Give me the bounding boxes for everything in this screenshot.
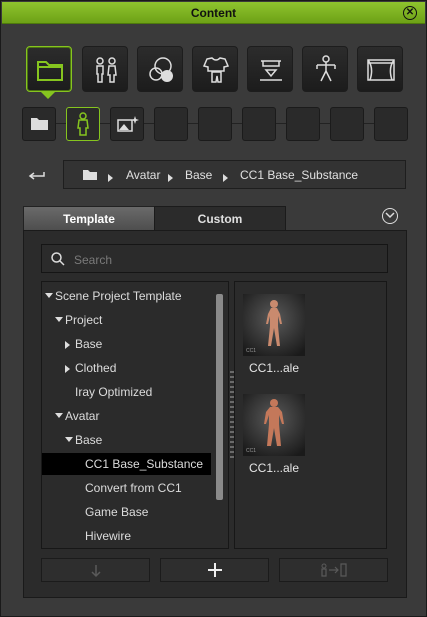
male-avatar-figure <box>243 394 305 456</box>
tree-item-label: Scene Project Template <box>55 289 182 303</box>
empty-slot-button[interactable] <box>286 107 320 141</box>
tree-item-label: Base <box>75 337 103 351</box>
collapse-button[interactable] <box>382 208 398 224</box>
tree-item[interactable]: Hivewire <box>42 525 212 547</box>
breadcrumb-separator-icon <box>108 171 114 185</box>
image-sparkle-icon <box>117 116 139 132</box>
material-tab-button[interactable] <box>137 46 183 92</box>
motion-tab-button[interactable] <box>302 46 348 92</box>
thumbnail-image[interactable]: CC1 <box>243 294 305 356</box>
tree-item[interactable]: Project <box>42 309 212 331</box>
tab-bar: Template Custom <box>23 206 286 231</box>
breadcrumb-item[interactable]: Avatar <box>126 168 160 182</box>
folder-icon <box>83 170 97 180</box>
expand-triangle-icon[interactable] <box>55 317 63 322</box>
female-avatar-figure <box>243 294 305 356</box>
tree-item-label: Avatar <box>65 409 100 423</box>
apply-figure-icon <box>320 563 347 577</box>
tree-item[interactable]: Base <box>42 333 212 355</box>
collapsed-triangle-icon[interactable] <box>65 341 70 349</box>
character-tab-button[interactable] <box>82 46 128 92</box>
stage-scene-icon <box>367 59 395 81</box>
cloth-icon <box>202 57 230 83</box>
search-input[interactable]: Search <box>41 244 388 273</box>
folder-tree: Scene Project Template Project Base Clot… <box>41 281 229 549</box>
back-arrow-icon <box>28 172 45 180</box>
tree-item[interactable]: Avatar <box>42 405 212 427</box>
thumbnail-image[interactable]: CC1 <box>243 394 305 456</box>
accessory-tab-button[interactable] <box>247 46 293 92</box>
thumbnail-badge: CC1 <box>246 448 257 454</box>
search-icon <box>51 252 65 266</box>
tree-item-label: Iray Optimized <box>75 385 153 399</box>
selected-tab-pointer <box>41 92 55 99</box>
tree-item[interactable]: Iray Optimized <box>42 381 212 403</box>
expand-triangle-icon[interactable] <box>65 437 73 442</box>
search-placeholder: Search <box>74 253 113 267</box>
tree-item[interactable]: Game Base <box>42 501 212 523</box>
hat-accessory-icon <box>260 60 282 81</box>
motion-pose-icon <box>316 55 336 82</box>
breadcrumb-item[interactable]: CC1 Base_Substance <box>240 168 358 182</box>
tree-item-label: CC1 Base_Substance <box>85 457 204 471</box>
tree-item[interactable]: Clothed <box>42 357 212 379</box>
breadcrumb-separator-icon <box>223 171 229 185</box>
tree-item-label: Clothed <box>75 361 117 375</box>
empty-slot-button[interactable] <box>374 107 408 141</box>
empty-slot-button[interactable] <box>242 107 276 141</box>
subfolder-button[interactable] <box>22 107 56 141</box>
expand-triangle-icon[interactable] <box>55 413 63 418</box>
tab-custom[interactable]: Custom <box>154 206 286 231</box>
expand-triangle-icon[interactable] <box>45 293 53 298</box>
thumbnail-caption: CC1...ale <box>248 461 300 475</box>
scene-tab-button[interactable] <box>357 46 403 92</box>
tree-item-label: Base <box>75 433 103 447</box>
tree-item-label: Convert from CC1 <box>85 481 182 495</box>
back-button[interactable] <box>26 165 48 187</box>
breadcrumb-item[interactable]: Base <box>185 168 212 182</box>
material-spheres-icon <box>149 57 173 82</box>
thumbnail-grid: CC1 CC1...ale CC1 CC1...ale <box>234 281 387 549</box>
folder-icon <box>37 61 63 81</box>
character-pair-icon <box>96 57 117 83</box>
title-bar[interactable]: Content ✕ <box>2 2 425 24</box>
collapsed-triangle-icon[interactable] <box>65 365 70 373</box>
cloth-tab-button[interactable] <box>192 46 238 92</box>
download-arrow-icon <box>90 565 101 578</box>
breadcrumb-separator-icon <box>168 171 174 185</box>
avatar-button[interactable] <box>66 107 100 141</box>
breadcrumb: Avatar Base CC1 Base_Substance <box>63 160 406 189</box>
empty-slot-button[interactable] <box>330 107 364 141</box>
chevron-down-icon <box>385 212 395 219</box>
plus-icon <box>207 563 222 577</box>
tree-item-selected[interactable]: CC1 Base_Substance <box>42 453 211 475</box>
tree-item[interactable]: Base <box>42 429 212 451</box>
apply-button[interactable] <box>279 558 388 582</box>
tree-item[interactable]: Scene Project Template <box>42 285 212 307</box>
close-icon[interactable]: ✕ <box>403 6 417 20</box>
image-button[interactable] <box>110 107 144 141</box>
thumbnail-badge: CC1 <box>246 348 257 354</box>
folder-icon <box>31 118 48 130</box>
add-button[interactable] <box>160 558 269 582</box>
tree-item-label: Hivewire <box>85 529 132 543</box>
folder-tab-button[interactable] <box>26 46 72 92</box>
thumbnail-caption: CC1...ale <box>248 361 300 375</box>
tree-item-label: Project <box>65 313 103 327</box>
tree-scrollbar[interactable] <box>216 294 223 500</box>
content-window: Content ✕ Avatar Base CC1 Base_Substance… <box>0 0 427 617</box>
window-title: Content <box>190 6 237 20</box>
empty-slot-button[interactable] <box>198 107 232 141</box>
empty-slot-button[interactable] <box>154 107 188 141</box>
tree-item-label: Game Base <box>85 505 149 519</box>
tab-template[interactable]: Template <box>23 206 155 231</box>
avatar-icon <box>77 112 89 136</box>
tree-item[interactable]: Convert from CC1 <box>42 477 212 499</box>
download-button[interactable] <box>41 558 150 582</box>
